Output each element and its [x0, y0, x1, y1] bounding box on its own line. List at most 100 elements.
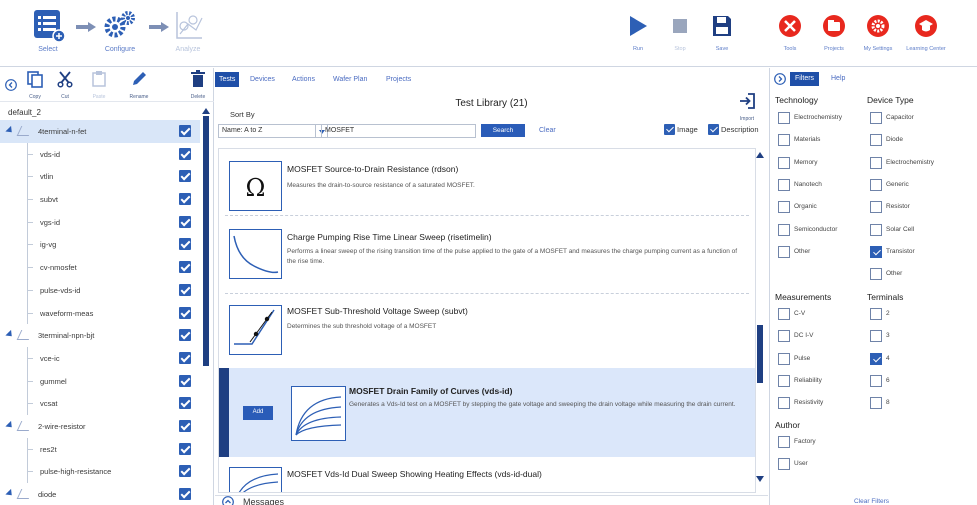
search-input[interactable]: MOSFET — [321, 124, 476, 138]
filter-checkbox[interactable] — [870, 112, 882, 124]
scroll-up-icon[interactable] — [756, 152, 764, 158]
test-card[interactable]: MOSFET Vds-Id Dual Sweep Showing Heating… — [219, 459, 755, 492]
filter-checkbox[interactable] — [778, 374, 790, 387]
tree-item-checkbox[interactable] — [179, 419, 191, 432]
filter-checkbox[interactable] — [870, 352, 882, 365]
filter-checkbox[interactable] — [778, 223, 790, 236]
tab-help[interactable]: Help — [826, 72, 850, 86]
tree-item-checkbox[interactable] — [179, 170, 191, 183]
tab-devices[interactable]: Devices — [246, 72, 279, 87]
filter-checkbox[interactable] — [778, 112, 790, 124]
tree-leaf[interactable]: pulse-high-resistance — [0, 460, 200, 483]
tree-item-checkbox[interactable] — [179, 488, 191, 500]
tree-item-checkbox[interactable] — [179, 465, 191, 478]
tree-item-checkbox[interactable] — [179, 238, 191, 251]
expand-messages-icon[interactable] — [222, 496, 234, 505]
select-step-button[interactable]: Select — [20, 8, 76, 53]
test-card[interactable]: MOSFET Sub-Threshold Voltage Sweep (subv… — [219, 295, 755, 367]
tree-node[interactable]: 3terminal-npn-bjt — [0, 324, 200, 347]
add-button[interactable]: Add — [243, 406, 273, 420]
analyze-step-button[interactable]: Analyze — [160, 8, 216, 53]
test-list-scroll-thumb[interactable] — [757, 325, 763, 383]
tree-node[interactable]: 2-wire-resistor — [0, 415, 200, 438]
tree-item-checkbox[interactable] — [179, 193, 191, 206]
image-checkbox[interactable] — [664, 124, 675, 135]
tree-leaf[interactable]: vce-ic — [0, 346, 200, 370]
tree-item-checkbox[interactable] — [179, 351, 191, 364]
test-card-selected[interactable]: Add MOSFET Drain Family of Curves (vds-i… — [219, 368, 755, 457]
tree-item-checkbox[interactable] — [179, 261, 191, 274]
expand-triangle-icon[interactable] — [5, 420, 15, 431]
search-button[interactable]: Search — [481, 124, 525, 137]
configure-step-button[interactable]: Configure — [92, 8, 148, 53]
tree-leaf[interactable]: vcsat — [0, 392, 200, 415]
description-checkbox[interactable] — [708, 124, 719, 135]
delete-button[interactable]: Delete — [183, 70, 213, 100]
tree-item-checkbox[interactable] — [179, 215, 191, 228]
cut-button[interactable]: Cut — [50, 70, 80, 100]
filter-checkbox[interactable] — [870, 223, 882, 236]
filter-checkbox[interactable] — [778, 352, 790, 365]
tree-item-checkbox[interactable] — [179, 374, 191, 387]
filter-checkbox[interactable] — [870, 330, 882, 343]
filter-checkbox[interactable] — [778, 156, 790, 169]
learning-center-button[interactable]: Learning Center — [904, 14, 948, 52]
collapse-filters-icon[interactable] — [774, 73, 786, 85]
filter-checkbox[interactable] — [778, 330, 790, 343]
filter-checkbox[interactable] — [778, 201, 790, 214]
tree-item-checkbox[interactable] — [179, 397, 191, 410]
expand-triangle-icon[interactable] — [5, 330, 15, 340]
tree-scrollbar[interactable] — [202, 108, 210, 505]
tree-item-checkbox[interactable] — [179, 125, 191, 137]
import-button[interactable]: Import — [734, 92, 760, 122]
filter-checkbox[interactable] — [778, 178, 790, 191]
tree-item-checkbox[interactable] — [179, 329, 191, 342]
save-button[interactable]: Save — [700, 14, 744, 52]
messages-bar[interactable]: Messages — [215, 495, 768, 505]
tree-item-checkbox[interactable] — [179, 442, 191, 455]
scroll-down-icon[interactable] — [756, 476, 764, 482]
tree-leaf[interactable]: vtlin — [0, 165, 200, 189]
tree-leaf[interactable]: ig-vg — [0, 233, 200, 257]
filter-checkbox[interactable] — [778, 134, 790, 147]
tree-leaf[interactable]: waveform-meas — [0, 301, 200, 325]
tree-leaf[interactable]: vds-id — [0, 142, 200, 166]
filter-checkbox[interactable] — [870, 178, 882, 191]
projects-button[interactable]: Projects — [812, 14, 856, 52]
filter-checkbox[interactable] — [778, 397, 790, 410]
expand-triangle-icon[interactable] — [5, 488, 15, 499]
tree-scroll-thumb[interactable] — [203, 116, 209, 366]
tree-leaf[interactable]: gummel — [0, 369, 200, 393]
tree-item-checkbox[interactable] — [179, 306, 191, 319]
rename-button[interactable]: Rename — [124, 70, 154, 100]
test-card[interactable]: Charge Pumping Rise Time Linear Sweep (r… — [219, 217, 755, 292]
paste-button[interactable]: Paste — [84, 70, 114, 100]
filter-checkbox[interactable] — [778, 436, 790, 448]
filter-checkbox[interactable] — [870, 374, 882, 387]
run-button[interactable]: Run — [616, 14, 660, 52]
tools-button[interactable]: Tools — [768, 14, 812, 52]
tree-leaf[interactable]: vgs-id — [0, 210, 200, 234]
filter-checkbox[interactable] — [870, 134, 882, 147]
tree-node[interactable]: diode — [0, 483, 200, 505]
tab-wafer-plan[interactable]: Wafer Plan — [329, 72, 371, 87]
test-card[interactable]: Ω MOSFET Source-to-Drain Resistance (rds… — [219, 149, 755, 224]
tree-leaf[interactable]: cv-nmosfet — [0, 256, 200, 279]
copy-button[interactable]: Copy — [20, 70, 50, 100]
clear-link[interactable]: Clear — [539, 127, 556, 134]
tab-tests[interactable]: Tests — [215, 72, 240, 87]
tree-item-checkbox[interactable] — [179, 147, 191, 160]
tree-leaf[interactable]: subvt — [0, 188, 200, 211]
tree-item-checkbox[interactable] — [179, 283, 191, 296]
expand-triangle-icon[interactable] — [5, 125, 15, 136]
tree-node[interactable]: 4terminal-n-fet — [0, 120, 200, 143]
my-settings-button[interactable]: My Settings — [856, 14, 900, 52]
tree-leaf[interactable]: res2t — [0, 437, 200, 461]
filter-checkbox[interactable] — [778, 245, 790, 258]
tree-leaf[interactable]: pulse-vds-id — [0, 278, 200, 302]
filter-checkbox[interactable] — [870, 308, 882, 320]
test-list-scrollbar[interactable] — [756, 150, 764, 490]
filter-checkbox[interactable] — [870, 245, 882, 258]
stop-button[interactable]: Stop — [658, 14, 702, 52]
tab-actions[interactable]: Actions — [288, 72, 319, 87]
